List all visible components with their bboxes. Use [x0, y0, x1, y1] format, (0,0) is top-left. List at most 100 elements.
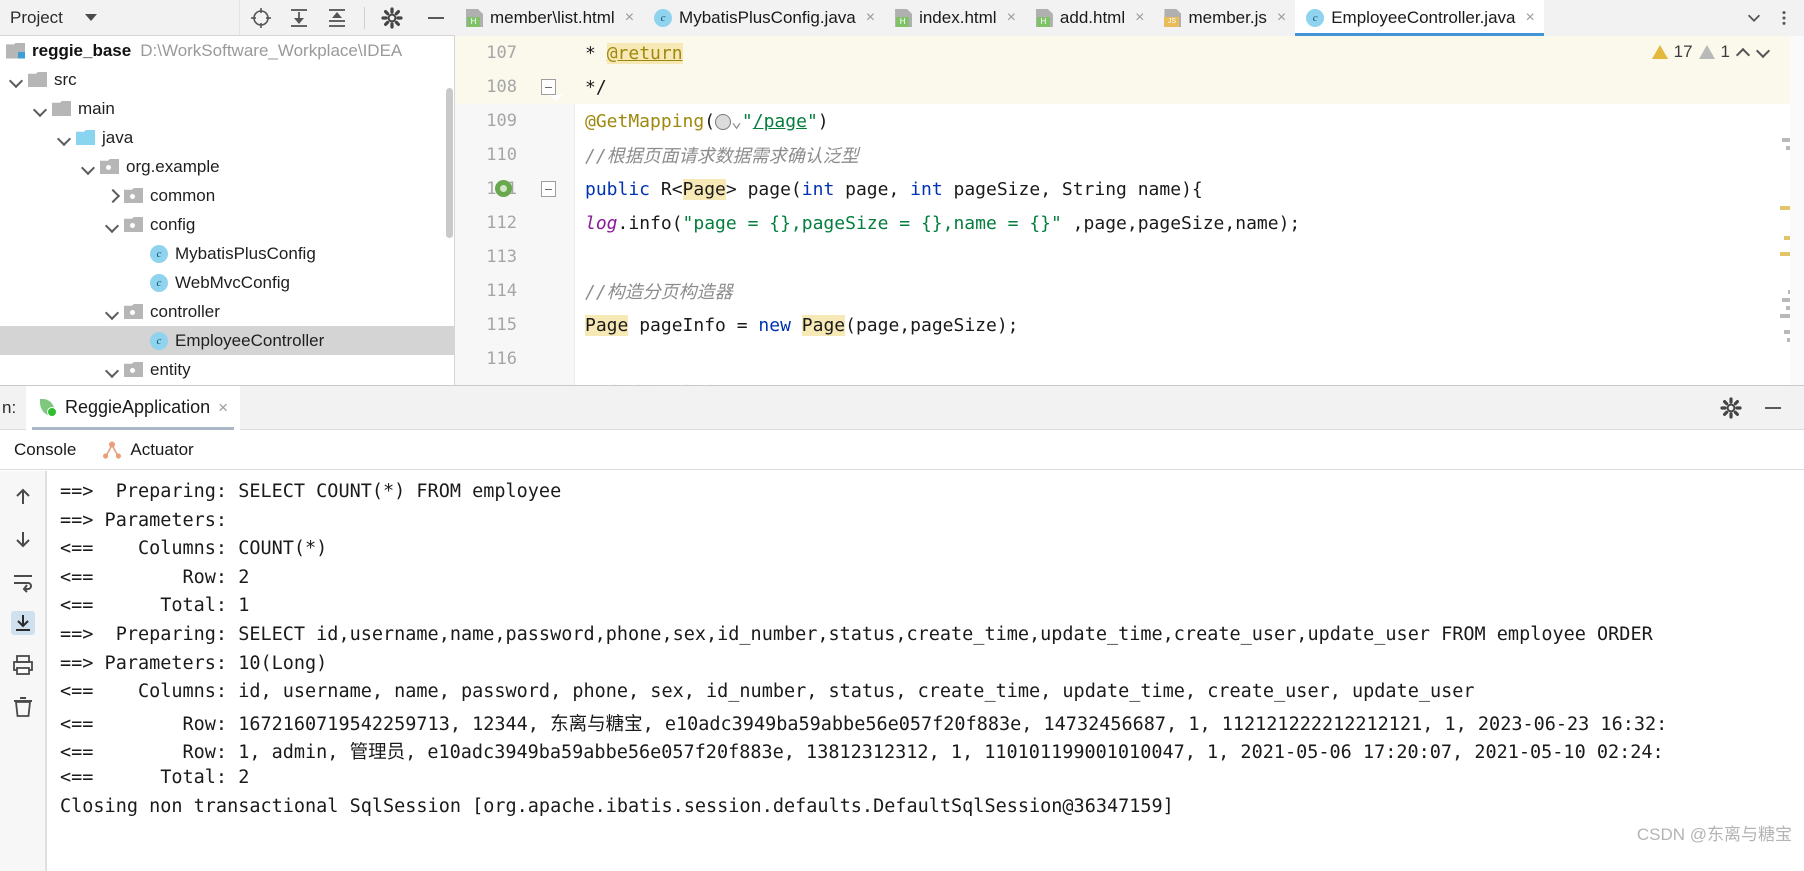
close-icon[interactable]: × [1277, 10, 1286, 26]
expand-all-icon[interactable] [288, 7, 310, 29]
html-file-icon [895, 9, 912, 27]
tree-row-java[interactable]: java [0, 123, 454, 152]
close-icon[interactable]: × [1007, 10, 1016, 26]
gutter-marker[interactable] [527, 138, 575, 172]
gutter-marker[interactable] [527, 308, 575, 342]
tree-row-root[interactable]: reggie_base D:\WorkSoftware_Workplace\ID… [0, 36, 454, 65]
editor-tab-3[interactable]: add.html × [1025, 0, 1154, 36]
close-icon[interactable]: × [625, 10, 634, 26]
close-icon[interactable]: × [218, 398, 228, 418]
chevron-down-icon[interactable] [80, 158, 97, 175]
code-editor[interactable]: 17 1 107 * @return 108 */109 @GetMapping(… [455, 36, 1804, 385]
previous-highlight-icon[interactable] [1736, 45, 1750, 59]
inspection-status[interactable]: 17 1 [1651, 42, 1770, 62]
minimize-tool-window-icon[interactable] [419, 16, 453, 19]
tree-row-entity[interactable]: entity [0, 355, 454, 384]
code-line[interactable]: 114 //构造分页构造器 [455, 274, 1804, 308]
editor-lines: 107 * @return 108 */109 @GetMapping(⌄"/pa… [455, 36, 1804, 385]
project-root-path: D:\WorkSoftware_Workplace\IDEA [140, 40, 403, 60]
gutter-marker[interactable] [495, 172, 575, 206]
scroll-to-end-icon[interactable] [10, 611, 35, 635]
close-icon[interactable]: × [866, 10, 875, 26]
tree-row-src[interactable]: src [0, 65, 454, 94]
close-icon[interactable]: × [1525, 10, 1534, 26]
code-line[interactable]: 107 * @return [455, 36, 1804, 70]
console-output[interactable]: ==> Preparing: SELECT COUNT(*) FROM empl… [46, 471, 1804, 871]
editor-tab-0[interactable]: member\list.html × [455, 0, 643, 36]
editor-tab-2[interactable]: index.html × [884, 0, 1025, 36]
chevron-down-icon[interactable] [8, 71, 25, 88]
chevron-down-icon[interactable] [56, 129, 73, 146]
editor-tab-1[interactable]: c MybatisPlusConfig.java × [643, 0, 884, 36]
settings-gear-icon[interactable] [381, 6, 403, 29]
tree-item-label: config [150, 214, 196, 234]
chevron-down-icon[interactable] [104, 216, 121, 233]
line-number: 116 [486, 349, 517, 369]
scrollbar-thumb[interactable] [446, 88, 453, 238]
code-line[interactable]: 113 [455, 240, 1804, 274]
tab-console-label: Console [14, 439, 77, 459]
gutter-marker[interactable] [527, 36, 575, 70]
tab-console[interactable]: Console [14, 440, 76, 460]
code-line[interactable]: 110 //根据页面请求数据需求确认泛型 [455, 138, 1804, 172]
chevron-right-icon[interactable] [104, 187, 121, 204]
ide-window: Project H member\list.html × c MybatisPl… [0, 0, 1804, 871]
gutter-marker[interactable] [527, 206, 575, 240]
package-icon [124, 188, 143, 203]
code-line[interactable]: 109 @GetMapping(⌄"/page") [455, 104, 1804, 138]
gutter-marker[interactable] [527, 274, 575, 308]
console-line: <== Row: 1672160719542259713, 12344, 东离与… [60, 713, 1668, 735]
gutter-marker[interactable] [527, 342, 575, 376]
fold-end-icon[interactable] [541, 79, 563, 101]
sidebar-scrollbar[interactable] [445, 36, 454, 385]
weak-warning-count: 1 [1720, 42, 1730, 61]
code-text: log.info("page = {},pageSize = {},name =… [585, 212, 1301, 234]
code-line[interactable]: 111 public R<Page> page(int page, int pa… [455, 172, 1804, 206]
tree-row-controller[interactable]: controller [0, 297, 454, 326]
chevron-down-icon[interactable] [84, 14, 97, 21]
more-options-icon[interactable] [1770, 0, 1798, 36]
tree-row-mybatisplusconfig[interactable]: c MybatisPlusConfig [0, 239, 454, 268]
gutter-marker[interactable] [527, 70, 575, 104]
gutter-marker[interactable] [527, 240, 575, 274]
code-line[interactable]: 117 //构造条件构造器 [455, 376, 1804, 385]
tree-row-employeecontroller[interactable]: c EmployeeController [0, 326, 454, 355]
console-line: <== Row: 1, admin, 管理员, e10adc3949ba59ab… [60, 742, 1664, 764]
project-tree[interactable]: reggie_base D:\WorkSoftware_Workplace\ID… [0, 36, 455, 385]
chevron-down-icon[interactable] [32, 100, 49, 117]
tree-row-org-example[interactable]: org.example [0, 152, 454, 181]
tree-row-main[interactable]: main [0, 94, 454, 123]
editor-scrollbar[interactable] [1790, 36, 1804, 385]
clear-all-icon[interactable] [11, 695, 35, 719]
tree-row-config[interactable]: config [0, 210, 454, 239]
project-label[interactable]: Project [10, 8, 63, 28]
gear-icon[interactable] [1720, 396, 1742, 419]
code-line[interactable]: 112 log.info("page = {},pageSize = {},na… [455, 206, 1804, 240]
print-icon[interactable] [11, 653, 35, 677]
watermark: CSDN @东离与糖宝 [1636, 825, 1792, 844]
soft-wrap-icon[interactable] [11, 569, 35, 593]
code-line[interactable]: 115 Page pageInfo = new Page(page,pageSi… [455, 308, 1804, 342]
fold-start-icon[interactable] [541, 181, 556, 197]
chevron-down-icon[interactable] [1740, 0, 1768, 36]
chevron-down-icon[interactable] [104, 303, 121, 320]
run-configuration-tab[interactable]: ReggieApplication × [26, 385, 241, 430]
collapse-all-icon[interactable] [326, 7, 348, 29]
next-highlight-icon[interactable] [1756, 45, 1770, 59]
gutter-marker[interactable] [527, 376, 575, 385]
gutter-marker[interactable] [527, 104, 575, 138]
chevron-down-icon[interactable] [104, 361, 121, 378]
close-icon[interactable]: × [1135, 10, 1144, 26]
code-line[interactable]: 116 [455, 342, 1804, 376]
spring-bean-gutter-icon[interactable] [495, 180, 512, 197]
code-line[interactable]: 108 */ [455, 70, 1804, 104]
scroll-down-icon[interactable] [11, 527, 35, 551]
scroll-up-icon[interactable] [11, 485, 35, 509]
editor-tab-5[interactable]: c EmployeeController.java × [1295, 0, 1544, 36]
locate-icon[interactable] [250, 7, 272, 29]
tree-row-common[interactable]: common [0, 181, 454, 210]
editor-tab-4[interactable]: member.js × [1153, 0, 1295, 36]
tab-actuator[interactable]: Actuator [102, 440, 194, 460]
minimize-icon[interactable] [1756, 406, 1790, 409]
tree-row-webmvcconfig[interactable]: c WebMvcConfig [0, 268, 454, 297]
